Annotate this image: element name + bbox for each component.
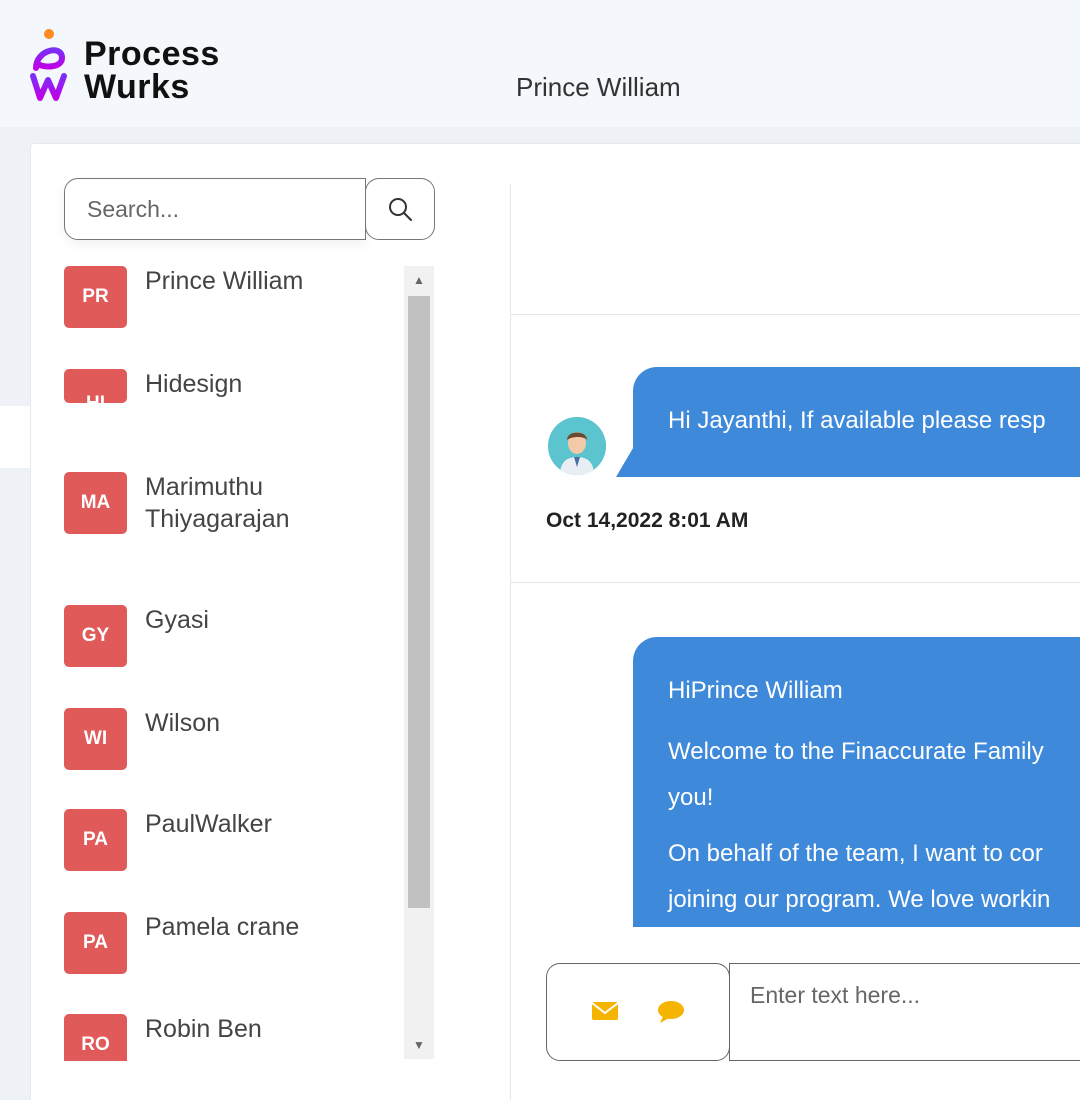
message-greeting: HiPrince William <box>668 677 843 704</box>
message-divider <box>511 582 1080 583</box>
header-divider <box>511 314 1080 315</box>
contact-name: Hidesign <box>145 370 243 398</box>
contact-avatar: GY <box>64 605 127 667</box>
logo-mark-icon <box>30 29 67 101</box>
contact-list-scrollbar[interactable]: ▲ ▼ <box>404 266 434 1059</box>
processwurks-logo[interactable]: Process Wurks <box>30 28 219 108</box>
compose-actions <box>546 963 730 1061</box>
scrollbar-thumb[interactable] <box>408 296 430 908</box>
chat-bubble-icon[interactable] <box>657 1000 685 1024</box>
contact-name: Robin Ben <box>145 1015 262 1043</box>
logo-text: Process Wurks <box>84 35 220 106</box>
top-bar: Process Wurks <box>0 0 1080 127</box>
contact-avatar: PA <box>64 912 127 974</box>
chat-title: Prince William <box>516 72 681 102</box>
message-text: Hi Jayanthi, If available please resp <box>668 407 1046 434</box>
user-avatar-icon <box>548 417 606 475</box>
bubble-tail <box>616 443 636 477</box>
message-timestamp: Oct 14,2022 8:01 AM <box>546 509 749 532</box>
message-bubble-received: Hi Jayanthi, If available please resp <box>633 367 1080 477</box>
contact-avatar: PR <box>64 266 127 328</box>
search-input[interactable] <box>64 178 366 240</box>
contact-avatar: MA <box>64 472 127 534</box>
search-icon <box>389 198 412 221</box>
message-paragraph-1: Welcome to the Finaccurate Family you! <box>668 738 1044 811</box>
contact-name: Pamela crane <box>145 913 300 941</box>
contact-name: Prince William <box>145 267 304 295</box>
message-bubble-welcome: HiPrince William Welcome to the Finaccur… <box>633 637 1080 927</box>
pane-divider <box>510 184 511 1100</box>
scroll-down-arrow-icon[interactable]: ▼ <box>404 1031 434 1059</box>
contact-list[interactable]: PR Prince William HI Hidesign MA Marimut… <box>64 266 434 1061</box>
chat-panel: PR Prince William HI Hidesign MA Marimut… <box>30 143 1080 1100</box>
contact-avatar: HI <box>64 369 127 403</box>
contact-name: Wilson <box>145 709 221 737</box>
contact-avatar: PA <box>64 809 127 871</box>
contact-name: Marimuthu Thiyagarajan <box>145 473 290 533</box>
search-button[interactable] <box>365 178 435 240</box>
message-paragraph-2: On behalf of the team, I want to cor join… <box>668 840 1051 913</box>
contact-name: Gyasi <box>145 606 209 634</box>
envelope-icon[interactable] <box>591 1000 619 1022</box>
contact-name: PaulWalker <box>145 810 272 838</box>
contact-avatar: RO <box>64 1014 127 1061</box>
contact-avatar: WI <box>64 708 127 770</box>
message-input[interactable] <box>729 963 1080 1061</box>
scroll-up-arrow-icon[interactable]: ▲ <box>404 266 434 294</box>
